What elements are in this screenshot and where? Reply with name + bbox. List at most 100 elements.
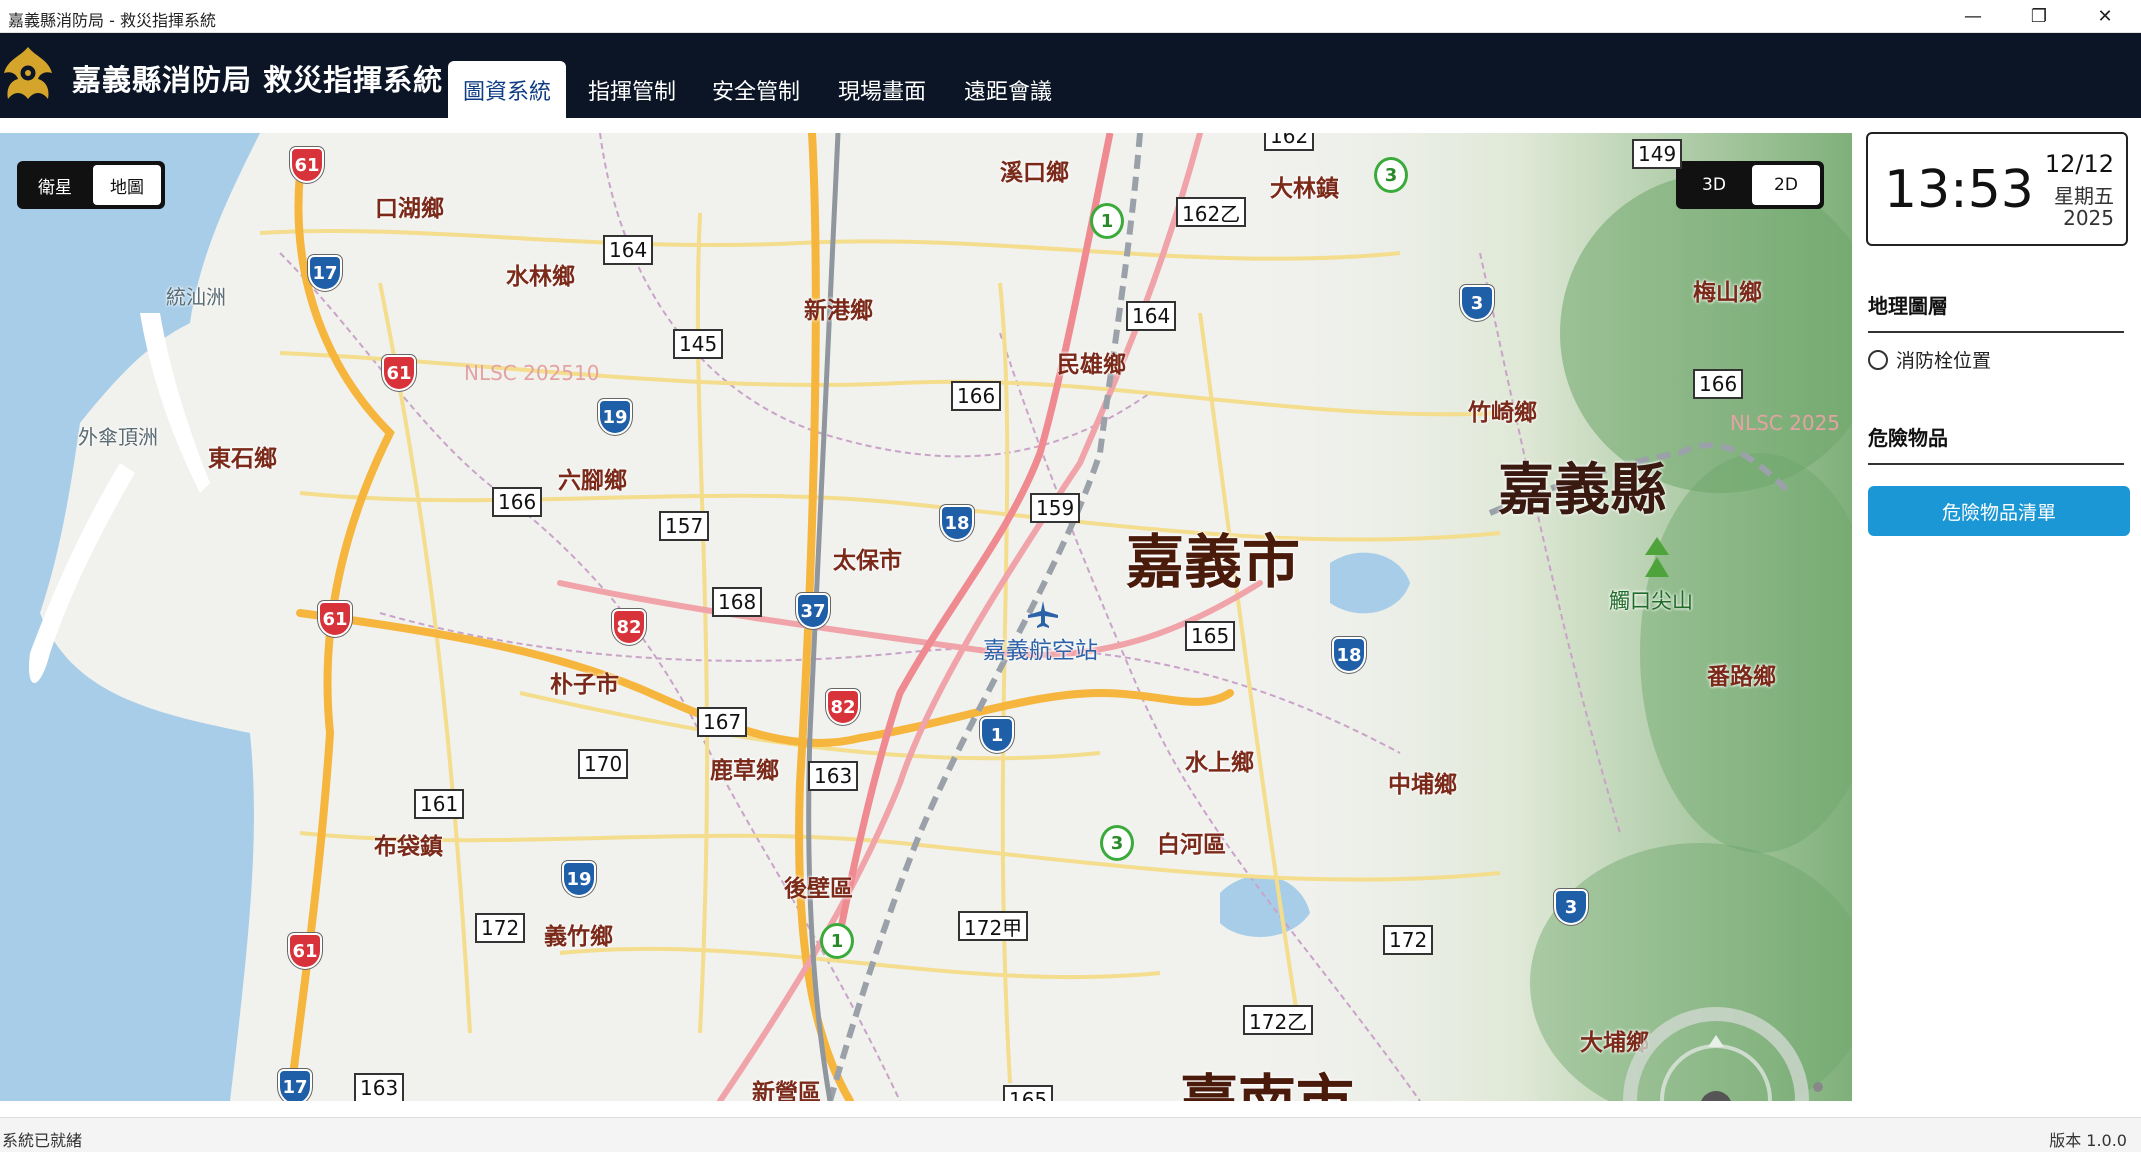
- mountain-peak-icon: [1645, 537, 1669, 577]
- highway-shield: 1: [1090, 203, 1124, 239]
- highway-shield: 61: [382, 355, 416, 391]
- map-label: 番路鄉: [1707, 664, 1776, 690]
- tab-scene-video[interactable]: 現場畫面: [824, 61, 940, 118]
- route-marker: 166: [951, 381, 1002, 411]
- hydrant-layer-option[interactable]: 消防栓位置: [1868, 346, 1991, 373]
- highway-shield: 3: [1460, 285, 1494, 321]
- window-title: 嘉義縣消防局 - 救災指揮系統: [8, 11, 216, 30]
- map-label: 民雄鄉: [1057, 352, 1126, 378]
- highway-shield: 19: [598, 399, 632, 435]
- highway-shield: 61: [318, 601, 352, 637]
- geo-layers-heading: 地理圖層: [1868, 290, 2124, 333]
- tab-remote-meeting[interactable]: 遠距會議: [950, 61, 1066, 118]
- highway-shield: 3: [1100, 825, 1134, 861]
- radio-unchecked-icon[interactable]: [1868, 349, 1888, 370]
- map-label: 太保市: [833, 548, 902, 574]
- map-label-peak: 觸口尖山: [1609, 589, 1693, 613]
- route-marker: 172: [475, 913, 526, 943]
- satellite-view-option[interactable]: 衛星: [21, 165, 89, 205]
- maximize-button[interactable]: ❐: [2010, 0, 2068, 33]
- map-compass-control[interactable]: [1616, 995, 1826, 1101]
- highway-shield: 3: [1554, 889, 1588, 925]
- route-marker: 162乙: [1176, 197, 1247, 227]
- highway-shield: 17: [278, 1069, 312, 1101]
- map-label-island: 統汕洲: [166, 285, 226, 309]
- route-marker: 172: [1383, 925, 1434, 955]
- close-button[interactable]: ✕: [2076, 0, 2134, 33]
- route-marker: 157: [659, 511, 710, 541]
- map-label-island: 外傘頂洲: [78, 425, 158, 449]
- map-label: 朴子市: [550, 672, 619, 698]
- map-label: 水林鄉: [506, 264, 575, 290]
- highway-shield: 61: [290, 147, 324, 183]
- street-map-option[interactable]: 地圖: [93, 165, 161, 205]
- route-marker: 165: [1003, 1085, 1054, 1101]
- tab-safety-control[interactable]: 安全管制: [698, 61, 814, 118]
- tab-command-control[interactable]: 指揮管制: [574, 61, 690, 118]
- route-marker: 164: [603, 235, 654, 265]
- highway-shield: 82: [826, 689, 860, 725]
- map-label: 竹崎鄉: [1468, 400, 1537, 426]
- highway-shield: 82: [612, 609, 646, 645]
- route-marker: 162: [1264, 133, 1315, 151]
- map-label: 口湖鄉: [375, 196, 444, 222]
- clock-year: 2025: [2063, 206, 2114, 230]
- route-marker: 163: [354, 1073, 405, 1101]
- route-marker: 145: [673, 329, 724, 359]
- highway-shield: 3: [1374, 157, 1408, 193]
- route-marker: 168: [712, 587, 763, 617]
- map-label: 鹿草鄉: [710, 758, 779, 784]
- status-bar: 系統已就緒 版本 1.0.0: [0, 1117, 2141, 1152]
- highway-shield: 19: [562, 861, 596, 897]
- hazard-list-button[interactable]: 危險物品清單: [1868, 486, 2130, 536]
- app-header: 嘉義縣消防局 救災指揮系統 圖資系統 指揮管制 安全管制 現場畫面 遠距會議: [0, 33, 2141, 118]
- map-label: 新營區: [752, 1080, 821, 1101]
- clock-widget: 13:53 12/12 星期五 2025: [1866, 132, 2128, 246]
- map-label: 白河區: [1157, 832, 1226, 858]
- map-view[interactable]: 衛星 地圖 3D 2D 口湖鄉 水林鄉 新港鄉 溪口鄉 大林鎮 民雄鄉 東石鄉 …: [0, 133, 1852, 1101]
- map-label-city: 嘉義市: [1126, 528, 1301, 596]
- 3d-view-option[interactable]: 3D: [1680, 165, 1748, 205]
- route-marker: 163: [808, 761, 859, 791]
- window-titlebar: 嘉義縣消防局 - 救災指揮系統 — ❐ ✕: [0, 0, 2141, 33]
- highway-shield: 37: [796, 593, 830, 629]
- version-text: 版本 1.0.0: [2049, 1131, 2127, 1150]
- map-label-county: 嘉義縣: [1498, 458, 1666, 523]
- map-label: 六腳鄉: [558, 468, 627, 494]
- side-panel: 13:53 12/12 星期五 2025 地理圖層 消防栓位置 危險物品 危險物…: [1852, 118, 2141, 1101]
- route-marker: 149: [1632, 139, 1683, 169]
- map-layer-toggle: 衛星 地圖: [17, 161, 165, 209]
- tab-gis[interactable]: 圖資系統: [448, 61, 566, 118]
- map-label-city: 臺南市: [1180, 1055, 1354, 1101]
- route-marker: 159: [1030, 493, 1081, 523]
- highway-shield: 61: [288, 933, 322, 969]
- highway-shield: 18: [940, 505, 974, 541]
- fire-department-logo-icon: [0, 43, 56, 109]
- minimize-button[interactable]: —: [1944, 0, 2002, 33]
- map-label: 溪口鄉: [1000, 160, 1069, 186]
- 2d-view-option[interactable]: 2D: [1752, 165, 1820, 205]
- hydrant-layer-label: 消防栓位置: [1896, 350, 1992, 372]
- map-label: 大林鎮: [1270, 176, 1339, 202]
- map-label: 中埔鄉: [1388, 772, 1457, 798]
- route-marker: 164: [1126, 301, 1177, 331]
- map-watermark: NLSC 202510: [464, 361, 600, 385]
- map-label: 東石鄉: [208, 446, 277, 472]
- map-label: 新港鄉: [804, 298, 873, 324]
- route-marker: 161: [414, 789, 465, 819]
- clock-weekday: 星期五: [2054, 184, 2114, 208]
- app-title: 嘉義縣消防局 救災指揮系統: [72, 63, 444, 97]
- map-label: 水上鄉: [1185, 750, 1254, 776]
- route-marker: 172乙: [1243, 1005, 1314, 1035]
- clock-time: 13:53: [1884, 160, 2034, 220]
- airport-icon: [1028, 601, 1058, 628]
- route-marker: 172甲: [958, 911, 1029, 941]
- map-basemap: [0, 133, 1852, 1101]
- status-text: 系統已就緒: [2, 1131, 83, 1150]
- highway-shield: 1: [980, 717, 1014, 753]
- clock-date: 12/12: [2044, 150, 2114, 178]
- map-label: 梅山鄉: [1693, 280, 1762, 306]
- route-marker: 166: [1693, 369, 1744, 399]
- map-watermark: NLSC 2025: [1730, 411, 1841, 435]
- map-label: 後壁區: [784, 876, 853, 902]
